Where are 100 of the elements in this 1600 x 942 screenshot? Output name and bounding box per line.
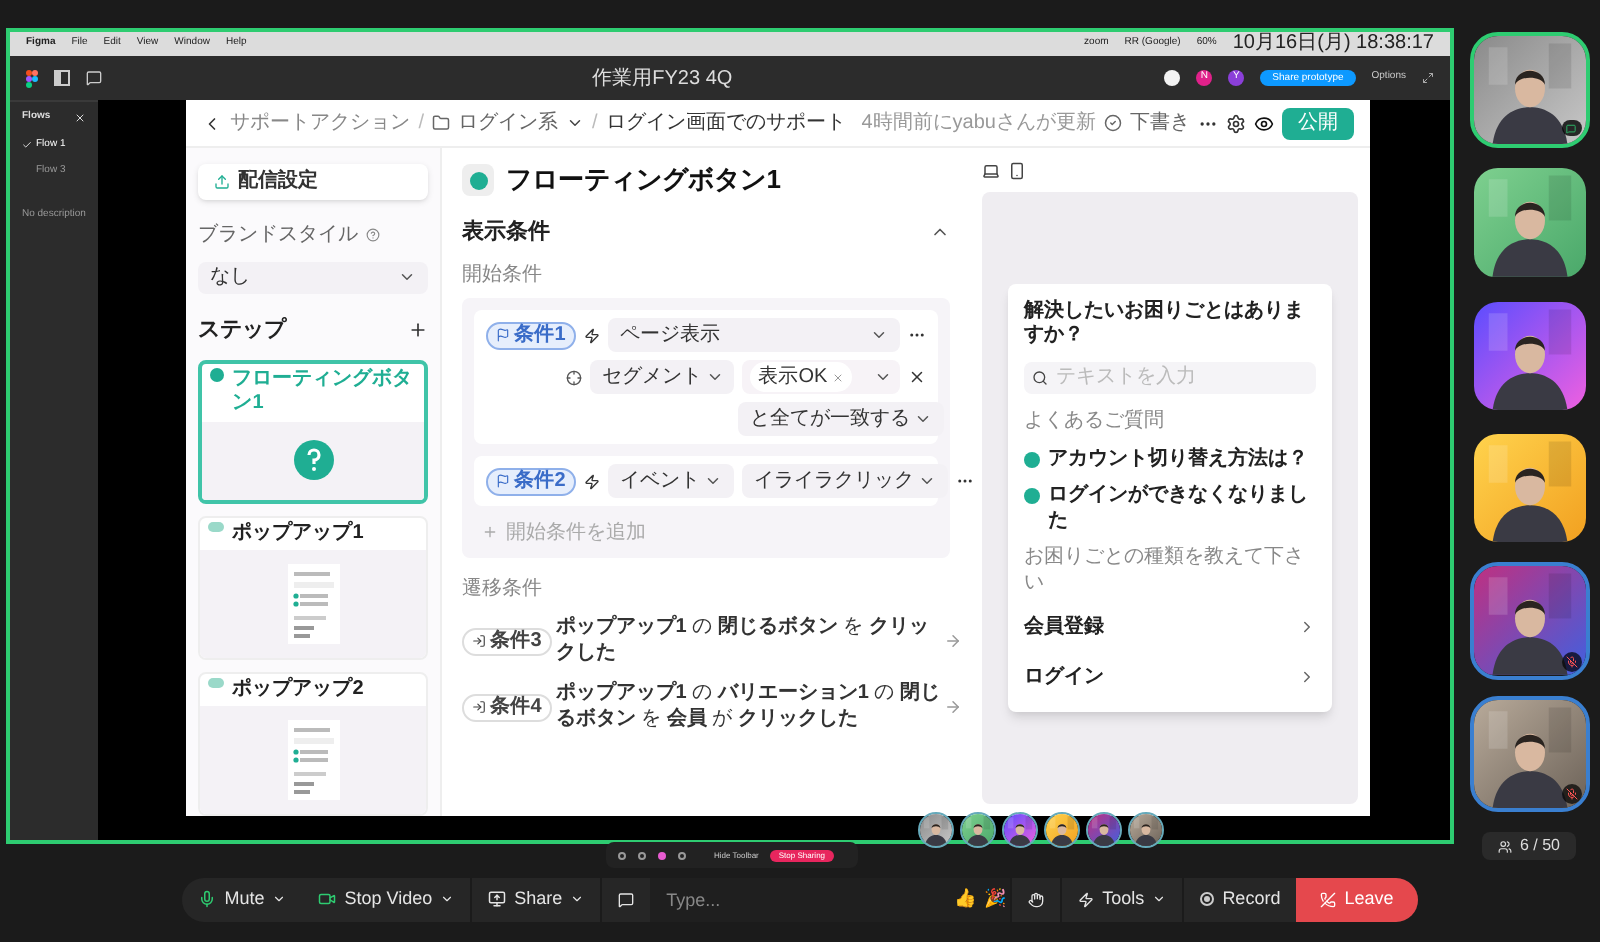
toolbar-icon[interactable]	[638, 851, 646, 859]
file-name: 作業用FY23 4Q	[592, 65, 733, 93]
widget-title: 解決したいお困りごとはありますか？	[1024, 299, 1307, 350]
chat-input[interactable]: Type...	[650, 877, 951, 921]
help-icon	[366, 227, 381, 242]
chat-icon	[618, 891, 635, 907]
arrow-right-icon[interactable]	[944, 698, 963, 716]
target-icon	[566, 369, 583, 385]
chevron-down-icon	[703, 472, 722, 490]
breadcrumb-link[interactable]: サポートアクション	[230, 108, 411, 138]
mute-button[interactable]: Mute	[182, 877, 303, 921]
status-text: 下書き	[1130, 109, 1190, 138]
flag-icon	[496, 474, 511, 488]
faq-link[interactable]: ログインができなくなりました	[1048, 484, 1317, 535]
upload-icon	[214, 173, 231, 190]
reaction-button[interactable]: 👍	[950, 877, 981, 921]
comment-icon[interactable]	[86, 70, 102, 86]
close-icon[interactable]	[908, 368, 927, 386]
section-title: ステップ	[198, 315, 287, 347]
check-icon	[22, 139, 32, 150]
add-icon[interactable]	[408, 320, 429, 341]
microphone-icon	[198, 890, 217, 908]
stop-video-button[interactable]: Stop Video	[302, 877, 471, 921]
chevron-down-icon	[706, 368, 725, 386]
tag-chip: 表示OK	[750, 362, 852, 392]
flag-icon	[496, 328, 511, 342]
video-tile[interactable]	[1469, 32, 1589, 149]
lightning-icon	[1078, 891, 1095, 907]
video-tile[interactable]	[1469, 297, 1589, 415]
popup-thumbnail-drawing	[287, 720, 340, 801]
participant-count[interactable]: 6 / 50	[1481, 832, 1576, 860]
tools-button[interactable]: Tools	[1060, 877, 1183, 921]
popup-icon	[208, 521, 225, 532]
step-title: ポップアップ1	[232, 521, 364, 547]
lightning-icon	[583, 327, 600, 343]
chevron-down-icon	[1152, 892, 1167, 906]
filter-type-select[interactable]: セグメント	[590, 360, 735, 394]
chevron-down-icon	[870, 326, 889, 344]
chevron-down-icon	[440, 892, 455, 906]
chevron-down-icon	[914, 410, 933, 428]
toolbar-icon[interactable]	[618, 851, 626, 859]
reaction-button[interactable]: 🎉	[980, 877, 1011, 921]
toolbar-icon[interactable]	[678, 851, 686, 859]
enter-icon	[472, 634, 487, 648]
laptop-icon[interactable]	[982, 161, 1001, 179]
step-title: ポップアップ2	[232, 677, 364, 703]
condition-badge: 条件4	[462, 693, 552, 721]
condition-badge: 条件1	[486, 321, 576, 349]
check-circle-icon	[1104, 114, 1122, 132]
breadcrumb-separator: /	[591, 110, 598, 138]
video-tile[interactable]	[1469, 562, 1589, 680]
popup-icon	[208, 677, 225, 688]
breadcrumb-link[interactable]: ログイン系	[457, 108, 558, 138]
sidebar-icon[interactable]	[54, 70, 70, 86]
brand-style-select[interactable]: なし	[198, 261, 429, 295]
faq-link[interactable]: アカウント切り替え方法は？	[1048, 447, 1309, 473]
toolbar-icon[interactable]	[658, 851, 666, 859]
breadcrumb-current: ログイン画面でのサポート	[605, 110, 846, 138]
field-label: ブランドスタイル	[198, 221, 359, 250]
faq-label: よくあるご質問	[1024, 407, 1167, 436]
people-icon	[1497, 839, 1512, 854]
updated-text: 4時間前にyabuさんが更新	[861, 109, 1096, 138]
leave-button[interactable]: Leave	[1296, 877, 1418, 921]
video-tile[interactable]	[1469, 164, 1589, 282]
condition-text: ポップアップ1 の 閉じるボタン を クリックした	[555, 616, 931, 666]
clock: 10月16日(月) 18:38:17	[1232, 34, 1434, 54]
screen-share-icon	[488, 890, 507, 908]
condition-text: ポップアップ1 の バリエーション1 の 閉じるボタン を 会員 が クリックした	[555, 682, 941, 732]
category-link[interactable]: ログイン	[1024, 662, 1105, 693]
category-link[interactable]: 会員登録	[1024, 612, 1105, 643]
breadcrumb-separator: /	[418, 110, 424, 138]
settings-icon[interactable]	[1226, 113, 1246, 133]
question-button-icon	[293, 440, 334, 481]
smartphone-icon[interactable]	[1008, 161, 1027, 179]
arrow-right-icon[interactable]	[944, 632, 963, 650]
event-select[interactable]: イベント	[607, 464, 734, 498]
hand-icon	[1028, 891, 1045, 907]
folder-icon	[431, 114, 450, 132]
close-icon[interactable]	[74, 111, 87, 124]
step-card[interactable]: ポップアップ2	[198, 671, 429, 817]
popup-thumbnail-drawing	[287, 564, 340, 645]
preview-icon[interactable]	[1254, 113, 1274, 133]
lightning-icon	[583, 473, 600, 489]
search-icon	[1032, 369, 1049, 386]
subsection-label: 開始条件	[462, 262, 545, 290]
record-icon	[1200, 892, 1215, 906]
delivery-settings-button[interactable]: 配信設定	[198, 164, 429, 200]
step-card[interactable]: ポップアップ1	[198, 515, 429, 660]
chevron-down-icon	[917, 472, 936, 490]
video-tile[interactable]	[1469, 430, 1589, 547]
plus-icon	[482, 524, 499, 540]
tag-select[interactable]: 表示OK	[742, 360, 901, 394]
chevron-down-icon	[874, 368, 893, 386]
chevron-down-icon[interactable]	[565, 114, 584, 132]
event-select[interactable]: ページ表示	[607, 318, 901, 352]
video-tile[interactable]	[1469, 695, 1589, 813]
share-button[interactable]: Share	[470, 877, 601, 921]
enter-icon	[472, 700, 487, 714]
condition-badge: 条件2	[486, 467, 576, 495]
chevron-down-icon	[272, 892, 287, 906]
